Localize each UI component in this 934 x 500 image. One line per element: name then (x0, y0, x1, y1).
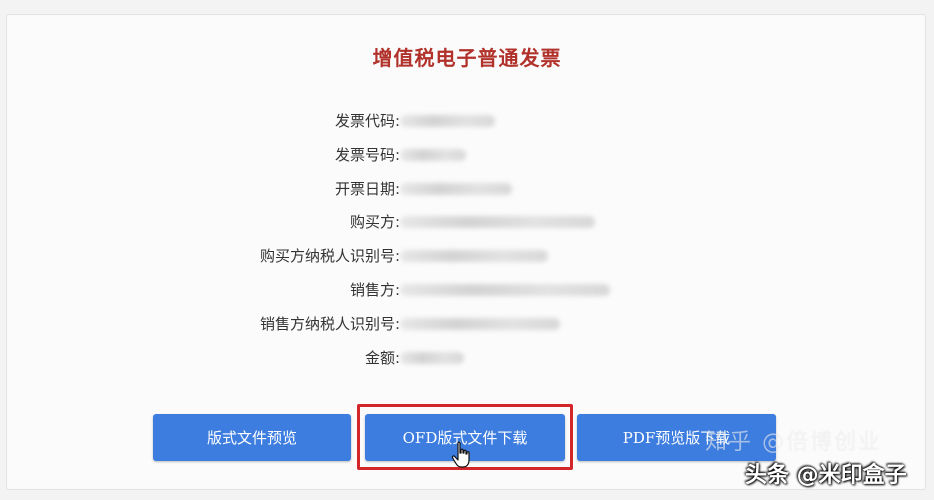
invoice-number-row: 发票号码: (150, 143, 750, 167)
seller-row: 销售方: (150, 278, 750, 302)
field-label: 发票代码: (334, 112, 400, 130)
buyer-tax-id-row: 购买方纳税人识别号: (150, 244, 750, 268)
blurred-value (400, 284, 610, 296)
blurred-value (400, 183, 512, 195)
blurred-value (400, 216, 595, 228)
buyer-row: 购买方: (150, 210, 750, 234)
zhihu-watermark: 知乎 @倍博创业 (705, 430, 882, 455)
field-label: 购买方纳税人识别号: (259, 247, 400, 265)
preview-button[interactable]: 版式文件预览 (153, 414, 351, 461)
blurred-value (400, 149, 466, 161)
invoice-code-row: 发票代码: (150, 109, 750, 133)
blurred-value (400, 115, 495, 127)
invoice-date-row: 开票日期: (150, 177, 750, 201)
amount-row: 金额: (150, 346, 750, 370)
seller-tax-id-row: 销售方纳税人识别号: (150, 312, 750, 336)
blurred-value (400, 250, 548, 262)
field-label: 金额: (364, 349, 400, 367)
blurred-value (400, 318, 560, 330)
field-label: 销售方纳税人识别号: (259, 315, 400, 333)
field-label: 销售方: (349, 281, 400, 299)
hand-cursor-icon (451, 441, 470, 468)
field-label: 购买方: (349, 213, 400, 231)
invoice-title: 增值税电子普通发票 (372, 46, 562, 70)
blurred-value (400, 352, 464, 364)
field-label: 发票号码: (334, 146, 400, 164)
field-label: 开票日期: (334, 180, 400, 198)
toutiao-watermark: 头条 @米印盒子 (745, 463, 907, 488)
